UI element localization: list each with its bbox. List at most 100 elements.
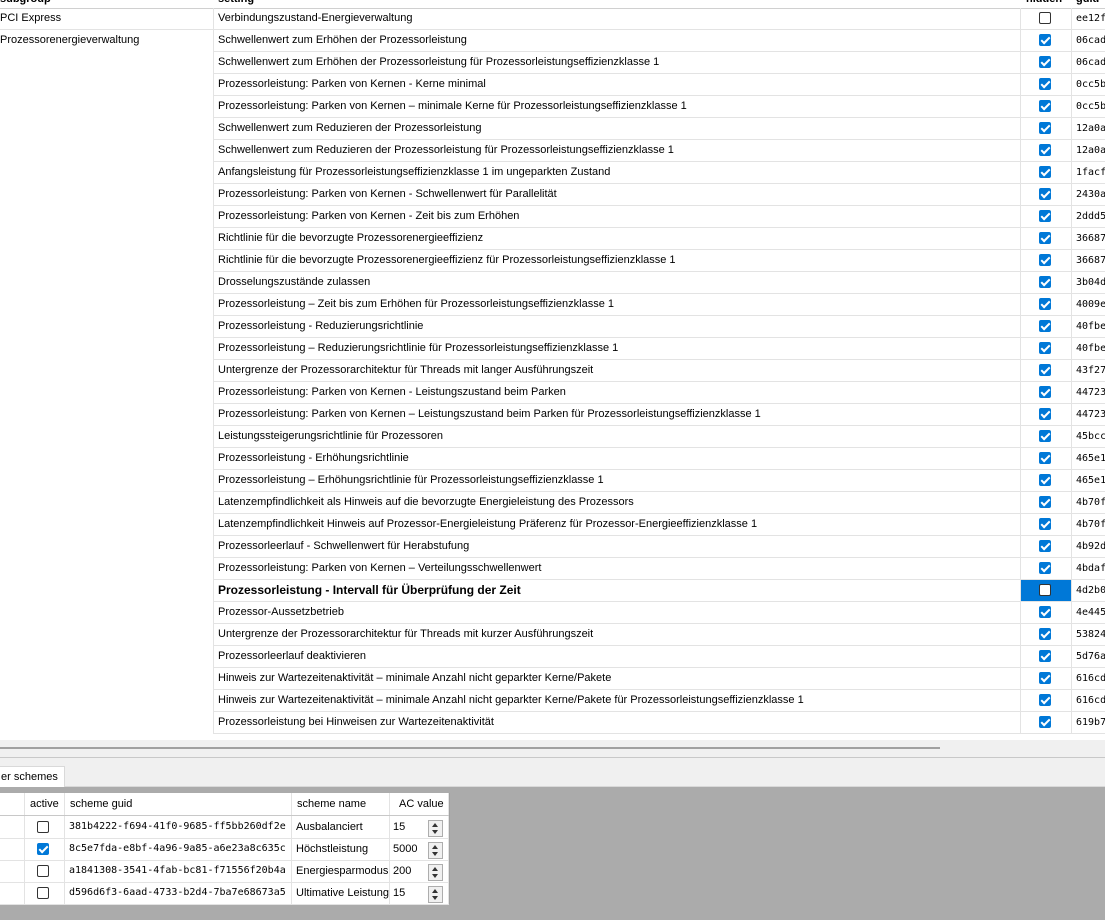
setting-row[interactable]: Prozessorleistung: Parken von Kernen – m… bbox=[213, 96, 1105, 118]
setting-row[interactable]: Anfangsleistung für Prozessorleistungsef… bbox=[213, 162, 1105, 184]
setting-row[interactable]: Prozessorleistung: Parken von Kernen - K… bbox=[213, 74, 1105, 96]
setting-row[interactable]: Untergrenze der Prozessorarchitektur für… bbox=[213, 360, 1105, 382]
header-scheme-name[interactable]: scheme name bbox=[292, 793, 390, 815]
header-hidden[interactable]: hidden bbox=[1026, 0, 1062, 8]
setting-row-selected[interactable]: Prozessorleistung - Intervall für Überpr… bbox=[213, 580, 1105, 602]
hidden-checkbox[interactable] bbox=[1039, 342, 1051, 354]
ac-value-stepper[interactable]: 5000 bbox=[392, 840, 446, 859]
hidden-checkbox[interactable] bbox=[1039, 320, 1051, 332]
stepper-down-icon[interactable] bbox=[432, 874, 438, 878]
setting-row[interactable]: Richtlinie für die bevorzugte Prozessore… bbox=[213, 250, 1105, 272]
setting-row[interactable]: Hinweis zur Wartezeitenaktivität – minim… bbox=[213, 668, 1105, 690]
ac-value-stepper[interactable]: 15 bbox=[392, 818, 446, 837]
tab-power-schemes[interactable]: er schemes bbox=[0, 766, 65, 787]
setting-row[interactable]: Prozessorleistung: Parken von Kernen – V… bbox=[213, 558, 1105, 580]
setting-row[interactable]: Drosselungszustände zulassen 3b04d bbox=[213, 272, 1105, 294]
header-active[interactable]: active bbox=[25, 793, 65, 815]
hidden-checkbox[interactable] bbox=[1039, 430, 1051, 442]
setting-row[interactable]: Prozessorleerlauf deaktivieren 5d76a bbox=[213, 646, 1105, 668]
setting-row[interactable]: Untergrenze der Prozessorarchitektur für… bbox=[213, 624, 1105, 646]
hidden-checkbox[interactable] bbox=[1039, 474, 1051, 486]
hidden-checkbox[interactable] bbox=[1039, 232, 1051, 244]
schemes-table[interactable]: active scheme guid scheme name AC value … bbox=[0, 793, 450, 905]
active-checkbox[interactable] bbox=[37, 887, 49, 899]
hidden-checkbox[interactable] bbox=[1039, 210, 1051, 222]
ac-value[interactable]: 15 bbox=[393, 819, 405, 836]
stepper-up-icon[interactable] bbox=[432, 845, 438, 849]
setting-row[interactable]: Schwellenwert zum Reduzieren der Prozess… bbox=[213, 118, 1105, 140]
horizontal-scrollbar[interactable] bbox=[0, 740, 1105, 757]
ac-value[interactable]: 200 bbox=[393, 863, 411, 880]
setting-row[interactable]: Prozessorleistung - Erhöhungsrichtlinie 4… bbox=[213, 448, 1105, 470]
setting-row[interactable]: Prozessorleistung – Reduzierungsrichtlin… bbox=[213, 338, 1105, 360]
setting-row[interactable]: Prozessorleistung – Zeit bis zum Erhöhen… bbox=[213, 294, 1105, 316]
ac-value-stepper[interactable]: 15 bbox=[392, 884, 446, 903]
header-ac-value[interactable]: AC value bbox=[390, 793, 449, 815]
hidden-checkbox[interactable] bbox=[1039, 496, 1051, 508]
header-subgroup[interactable]: subgroup bbox=[0, 0, 51, 8]
hidden-checkbox[interactable] bbox=[1039, 34, 1051, 46]
hidden-checkbox[interactable] bbox=[1039, 122, 1051, 134]
hidden-checkbox[interactable] bbox=[1039, 254, 1051, 266]
hidden-checkbox[interactable] bbox=[1039, 144, 1051, 156]
panel-splitter[interactable] bbox=[0, 757, 1105, 764]
hidden-checkbox[interactable] bbox=[1039, 562, 1051, 574]
ac-value-stepper[interactable]: 200 bbox=[392, 862, 446, 881]
subgroup-pci-express[interactable]: PCI Express bbox=[0, 8, 210, 29]
header-setting[interactable]: setting bbox=[218, 0, 254, 8]
hidden-checkbox[interactable] bbox=[1039, 408, 1051, 420]
setting-row[interactable]: Prozessor-Aussetzbetrieb 4e445 bbox=[213, 602, 1105, 624]
row-selector[interactable] bbox=[0, 882, 25, 904]
stepper-up-icon[interactable] bbox=[432, 867, 438, 871]
hidden-checkbox[interactable] bbox=[1039, 672, 1051, 684]
hidden-checkbox[interactable] bbox=[1039, 298, 1051, 310]
scheme-row[interactable]: 8c5e7fda-e8bf-4a96-9a85-a6e23a8c635c Höch… bbox=[0, 838, 449, 861]
setting-row[interactable]: Prozessorleistung: Parken von Kernen – L… bbox=[213, 404, 1105, 426]
setting-row[interactable]: Latenzempfindlichkeit als Hinweis auf di… bbox=[213, 492, 1105, 514]
scheme-row[interactable]: 381b4222-f694-41f0-9685-ff5bb260df2e Ausb… bbox=[0, 816, 449, 839]
hidden-checkbox[interactable] bbox=[1039, 584, 1051, 596]
setting-row[interactable]: Prozessorleistung: Parken von Kernen - S… bbox=[213, 184, 1105, 206]
setting-row[interactable]: Prozessorleerlauf - Schwellenwert für He… bbox=[213, 536, 1105, 558]
hidden-checkbox[interactable] bbox=[1039, 100, 1051, 112]
hidden-checkbox[interactable] bbox=[1039, 166, 1051, 178]
hidden-checkbox[interactable] bbox=[1039, 606, 1051, 618]
row-selector[interactable] bbox=[0, 838, 25, 860]
hidden-checkbox[interactable] bbox=[1039, 628, 1051, 640]
subgroup-prozessorenergieverwaltung[interactable]: Prozessorenergieverwaltung bbox=[0, 30, 210, 51]
header-guid[interactable]: guid bbox=[1076, 0, 1099, 8]
scheme-row[interactable]: a1841308-3541-4fab-bc81-f71556f20b4a Ener… bbox=[0, 860, 449, 883]
hidden-checkbox[interactable] bbox=[1039, 364, 1051, 376]
stepper-down-icon[interactable] bbox=[432, 830, 438, 834]
hidden-checkbox[interactable] bbox=[1039, 694, 1051, 706]
hidden-checkbox[interactable] bbox=[1039, 716, 1051, 728]
stepper-up-icon[interactable] bbox=[432, 889, 438, 893]
active-checkbox[interactable] bbox=[37, 865, 49, 877]
hidden-checkbox[interactable] bbox=[1039, 540, 1051, 552]
setting-row[interactable]: Prozessorleistung – Erhöhungsrichtlinie … bbox=[213, 470, 1105, 492]
setting-row[interactable]: Verbindungszustand-Energieverwaltung ee12… bbox=[213, 8, 1105, 30]
stepper-up-icon[interactable] bbox=[432, 823, 438, 827]
hidden-checkbox[interactable] bbox=[1039, 452, 1051, 464]
hidden-checkbox[interactable] bbox=[1039, 188, 1051, 200]
setting-row[interactable]: Richtlinie für die bevorzugte Prozessore… bbox=[213, 228, 1105, 250]
row-selector[interactable] bbox=[0, 816, 25, 838]
ac-value[interactable]: 15 bbox=[393, 885, 405, 902]
hidden-checkbox[interactable] bbox=[1039, 650, 1051, 662]
settings-grid[interactable]: subgroup setting hidden guid PCI Express… bbox=[0, 0, 1105, 740]
setting-row[interactable]: Latenzempfindlichkeit Hinweis auf Prozes… bbox=[213, 514, 1105, 536]
setting-row[interactable]: Hinweis zur Wartezeitenaktivität – minim… bbox=[213, 690, 1105, 712]
setting-row[interactable]: Prozessorleistung - Reduzierungsrichtlin… bbox=[213, 316, 1105, 338]
scrollbar-thumb[interactable] bbox=[0, 747, 940, 749]
ac-value[interactable]: 5000 bbox=[393, 841, 417, 858]
active-checkbox[interactable] bbox=[37, 843, 49, 855]
setting-row[interactable]: Leistungssteigerungsrichtlinie für Proze… bbox=[213, 426, 1105, 448]
hidden-checkbox[interactable] bbox=[1039, 518, 1051, 530]
row-selector[interactable] bbox=[0, 860, 25, 882]
stepper-down-icon[interactable] bbox=[432, 852, 438, 856]
hidden-checkbox[interactable] bbox=[1039, 56, 1051, 68]
setting-row[interactable]: Schwellenwert zum Erhöhen der Prozessorl… bbox=[213, 30, 1105, 52]
stepper-down-icon[interactable] bbox=[432, 896, 438, 900]
active-checkbox[interactable] bbox=[37, 821, 49, 833]
scheme-row[interactable]: d596d6f3-6aad-4733-b2d4-7ba7e68673a5 Ulti… bbox=[0, 882, 449, 905]
